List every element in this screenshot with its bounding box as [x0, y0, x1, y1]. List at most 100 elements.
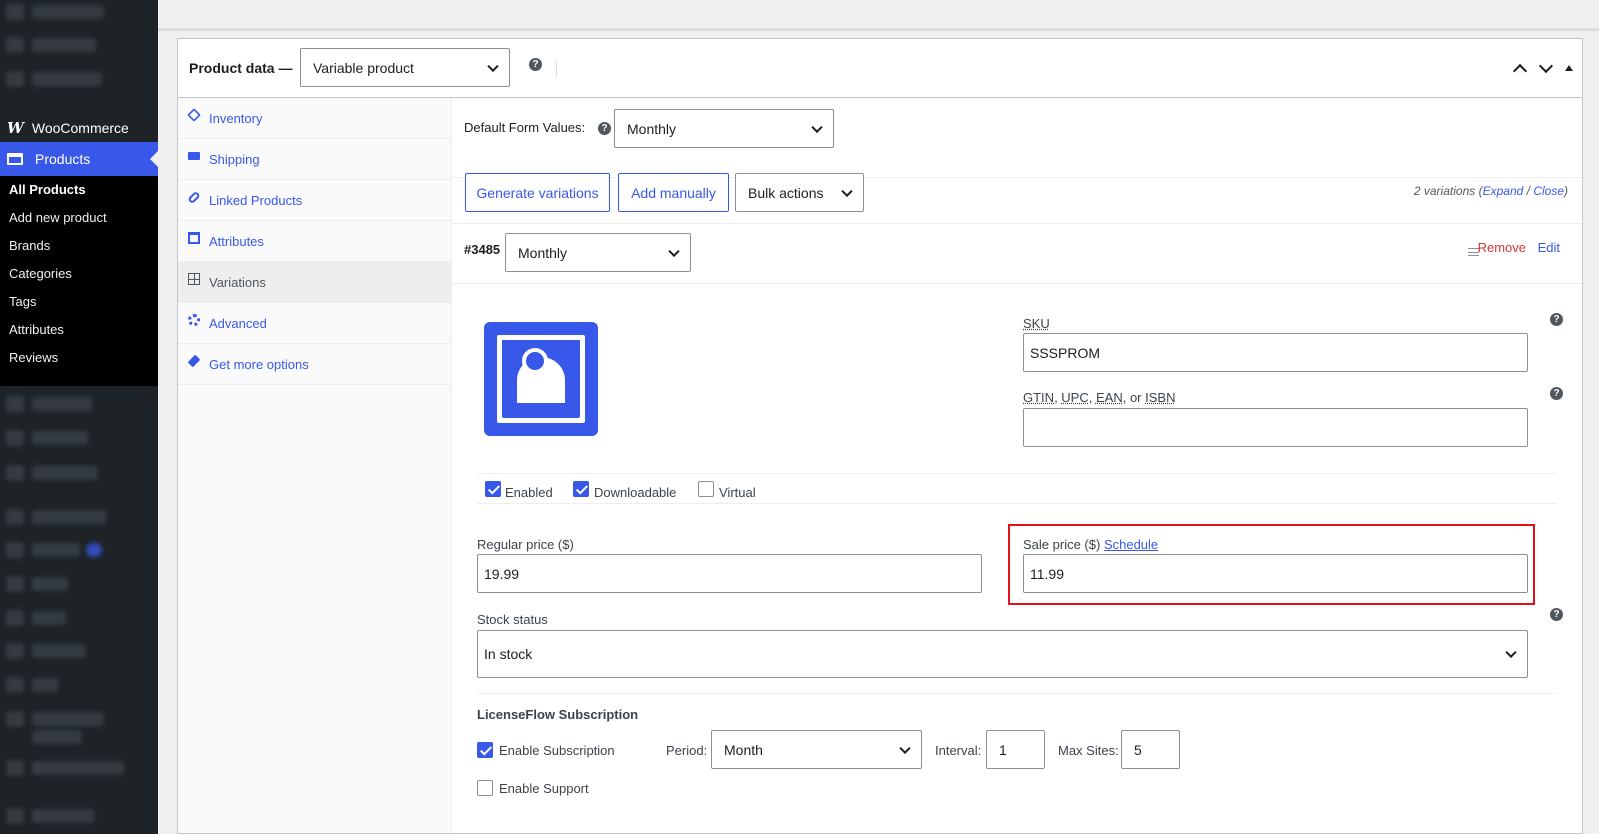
gear-icon: [188, 314, 200, 326]
separator: /: [1523, 184, 1534, 198]
variation-attribute-select[interactable]: Monthly: [505, 233, 691, 272]
enable-subscription-checkbox[interactable]: [477, 742, 493, 758]
blurred-menu-item[interactable]: [32, 678, 58, 692]
tab-variations[interactable]: Variations: [178, 262, 451, 303]
collapse-toggle-icon[interactable]: [1565, 65, 1573, 71]
blurred-menu-item[interactable]: [32, 644, 86, 658]
blurred-menu-item[interactable]: [32, 466, 98, 480]
sidebar-item-woocommerce[interactable]: W WooCommerce: [0, 114, 158, 142]
gtin-input[interactable]: [1023, 408, 1528, 447]
blurred-menu-icon: [6, 465, 24, 481]
product-type-select[interactable]: Variable product: [300, 48, 510, 87]
tab-label: Get more options: [209, 356, 309, 372]
gtin-label-part: ISBN: [1145, 390, 1176, 405]
link-icon: [187, 190, 201, 204]
help-icon[interactable]: ?: [598, 122, 611, 135]
blurred-menu-item[interactable]: [32, 38, 96, 52]
blurred-menu-item[interactable]: [32, 431, 88, 445]
sidebar-item-products[interactable]: Products: [0, 142, 158, 176]
enabled-label: Enabled: [505, 485, 553, 500]
blurred-menu-icon: [6, 711, 24, 727]
blurred-menu-item[interactable]: [32, 577, 68, 591]
blurred-menu-item[interactable]: [32, 510, 106, 524]
blurred-menu-item[interactable]: [32, 611, 66, 625]
product-data-tabs: Inventory Shipping Linked Products Attri…: [178, 98, 452, 833]
top-strip: [158, 0, 1599, 31]
blurred-menu-item[interactable]: [32, 761, 124, 775]
tab-shipping[interactable]: Shipping: [178, 139, 451, 180]
gtin-label: GTIN, UPC, EAN, or ISBN: [1023, 390, 1175, 405]
tab-linked-products[interactable]: Linked Products: [178, 180, 451, 221]
enable-support-checkbox[interactable]: [477, 780, 493, 796]
stock-status-select[interactable]: In stock: [477, 630, 1528, 678]
truck-icon: [188, 152, 200, 160]
submenu-categories[interactable]: Categories: [0, 260, 158, 288]
interval-label: Interval:: [935, 743, 982, 758]
image-placeholder-sun: [522, 348, 548, 374]
tab-label: Inventory: [209, 110, 263, 126]
variation-image-placeholder-icon[interactable]: [484, 322, 598, 436]
blurred-menu-icon: [6, 808, 24, 824]
interval-input[interactable]: 1: [986, 730, 1045, 769]
max-sites-input[interactable]: 5: [1121, 730, 1180, 769]
close-link[interactable]: Close: [1533, 184, 1564, 198]
tag-icon: [187, 108, 201, 122]
default-form-values-select[interactable]: Monthly: [614, 109, 834, 148]
sku-input[interactable]: SSSPROM: [1023, 333, 1528, 372]
tab-label: Attributes: [209, 233, 264, 249]
blurred-menu-icon: [6, 396, 24, 412]
submenu-attributes[interactable]: Attributes: [0, 316, 158, 344]
submenu-add-new-product[interactable]: Add new product: [0, 204, 158, 232]
help-icon[interactable]: ?: [529, 58, 542, 71]
edit-variation-link[interactable]: Edit: [1538, 240, 1560, 255]
tab-inventory[interactable]: Inventory: [178, 98, 451, 139]
virtual-checkbox[interactable]: [698, 481, 714, 497]
tab-advanced[interactable]: Advanced: [178, 303, 451, 344]
variation-attribute-value: Monthly: [518, 244, 568, 261]
submenu-tags[interactable]: Tags: [0, 288, 158, 316]
tab-label: Linked Products: [209, 192, 303, 208]
sku-value: SSSPROM: [1030, 344, 1101, 361]
blurred-menu-item[interactable]: [32, 712, 104, 726]
add-manually-button[interactable]: Add manually: [618, 173, 729, 212]
bulk-actions-select[interactable]: Bulk actions: [735, 173, 864, 212]
generate-variations-button[interactable]: Generate variations: [465, 173, 610, 212]
help-icon[interactable]: ?: [1550, 387, 1563, 400]
submenu-brands[interactable]: Brands: [0, 232, 158, 260]
submenu-all-products[interactable]: All Products: [0, 176, 158, 204]
blurred-menu-item[interactable]: [32, 543, 80, 557]
sku-label: SKU: [1023, 316, 1050, 331]
chevron-down-icon: [1505, 646, 1517, 659]
archive-icon: [7, 153, 23, 165]
remove-variation-link[interactable]: Remove: [1478, 240, 1526, 255]
blurred-menu-item[interactable]: [32, 809, 94, 823]
product-data-panel: Product data — Variable product ? Invent…: [177, 38, 1583, 834]
blurred-menu-item[interactable]: [32, 397, 92, 411]
blurred-menu-item[interactable]: [32, 72, 102, 86]
divider: [477, 693, 1557, 694]
tab-attributes[interactable]: Attributes: [178, 221, 451, 262]
move-up-icon[interactable]: [1512, 63, 1528, 79]
enabled-checkbox[interactable]: [485, 481, 501, 497]
blurred-menu-icon: [6, 4, 24, 20]
blurred-menu-item[interactable]: [32, 5, 104, 19]
blurred-menu-icon: [6, 509, 24, 525]
blurred-menu-icon: [6, 677, 24, 693]
chevron-down-icon: [899, 742, 911, 754]
blurred-menu-icon: [6, 430, 24, 446]
regular-price-input[interactable]: 19.99: [477, 554, 982, 593]
image-placeholder-inner: [497, 335, 585, 423]
period-select[interactable]: Month: [711, 730, 922, 769]
downloadable-checkbox[interactable]: [573, 481, 589, 497]
blurred-menu-item[interactable]: [32, 730, 82, 744]
product-type-value: Variable product: [313, 59, 414, 76]
expand-link[interactable]: Expand: [1483, 184, 1524, 198]
move-down-icon[interactable]: [1538, 58, 1554, 74]
tab-get-more-options[interactable]: Get more options: [178, 344, 451, 385]
gtin-label-part: UPC: [1061, 390, 1089, 405]
blurred-menu-icon: [6, 643, 24, 659]
admin-sidebar: W WooCommerce Products All Products Add …: [0, 0, 158, 834]
submenu-reviews[interactable]: Reviews: [0, 344, 158, 372]
help-icon[interactable]: ?: [1550, 313, 1563, 326]
help-icon[interactable]: ?: [1550, 608, 1563, 621]
